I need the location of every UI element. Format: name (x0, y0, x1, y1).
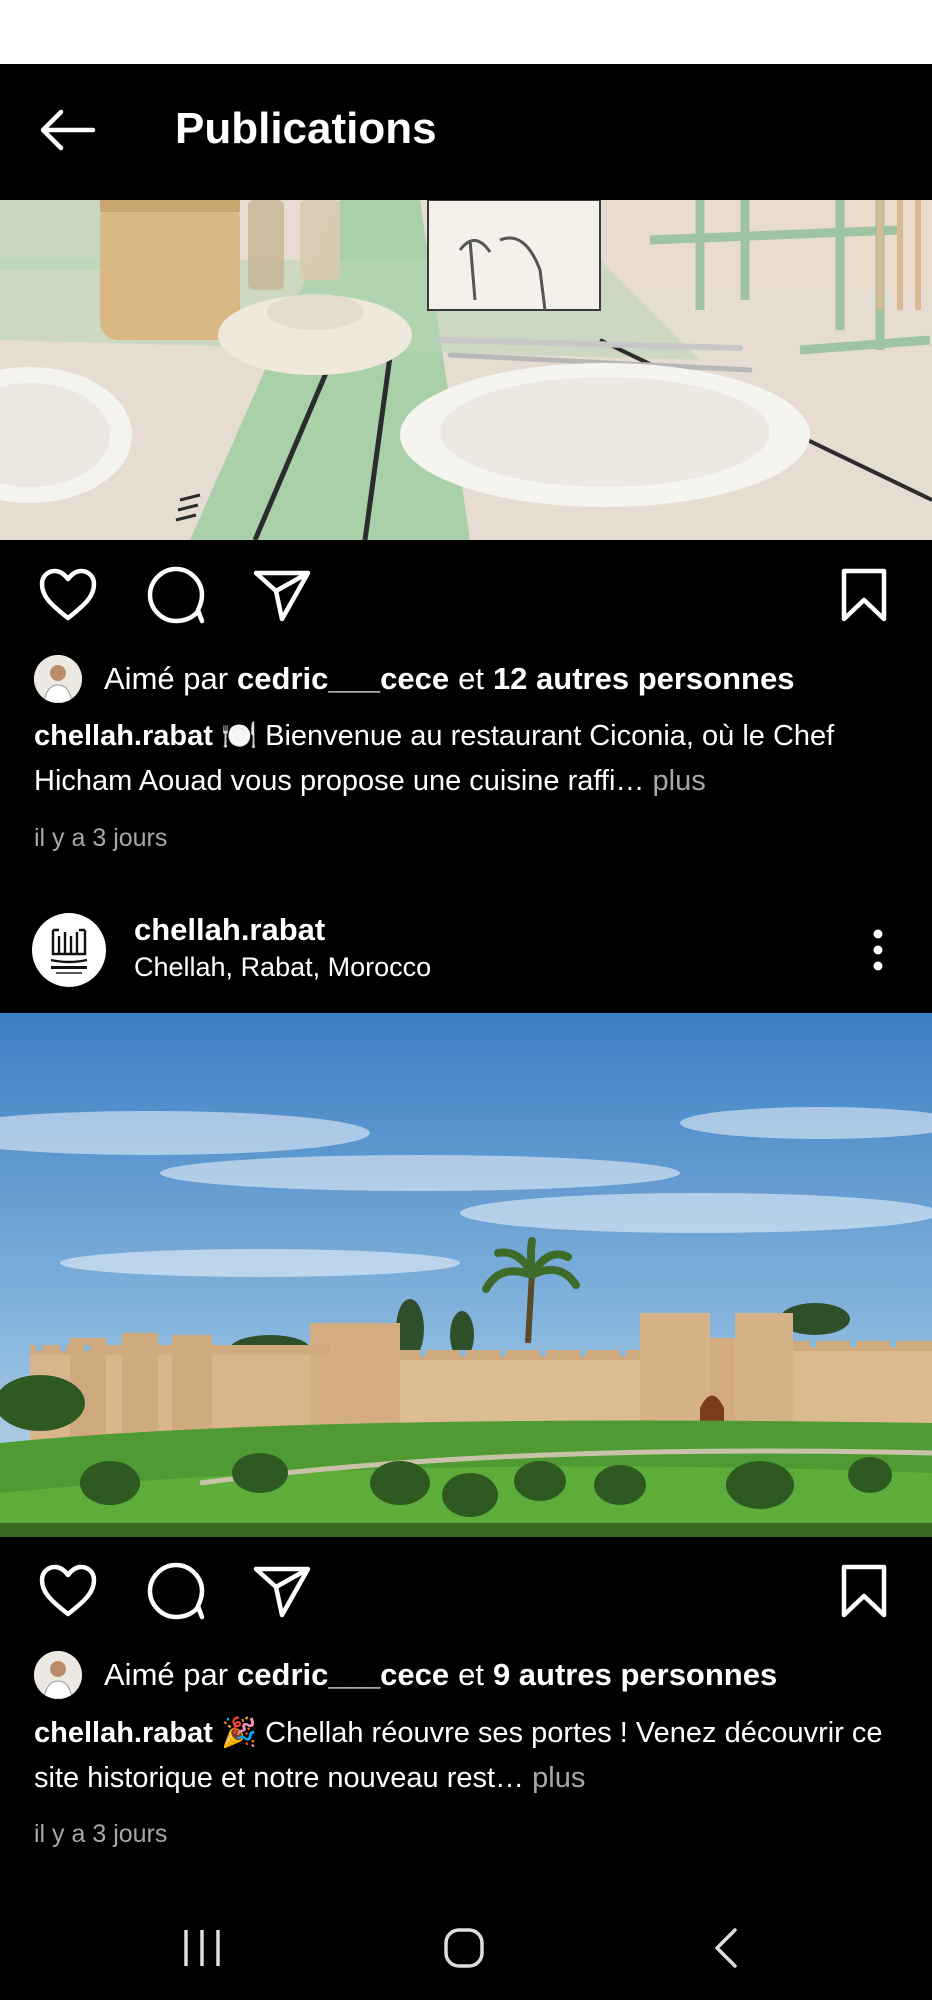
liked-by-others[interactable]: 9 autres personnes (493, 1657, 777, 1693)
send-icon (253, 1566, 311, 1618)
comment-icon (147, 566, 205, 624)
comment-button[interactable] (138, 550, 214, 640)
liked-by-row[interactable]: Aimé par cedric___cece et 12 autres pers… (34, 654, 794, 704)
avatar (34, 1651, 82, 1699)
recents-icon (184, 1930, 220, 1966)
liked-by-joiner: et (458, 661, 484, 696)
share-button[interactable] (244, 550, 320, 640)
save-button[interactable] (826, 550, 902, 640)
page-title: Publications (175, 104, 437, 153)
liked-by-others[interactable]: 12 autres personnes (493, 661, 795, 697)
liked-by-user[interactable]: cedric___cece (237, 661, 449, 697)
like-button[interactable] (30, 550, 106, 640)
top-app-bar: Publications (0, 64, 932, 200)
chellah-logo-avatar[interactable] (32, 913, 106, 987)
caption-emoji: 🍽️ (220, 720, 258, 752)
liked-by-joiner: et (458, 1657, 484, 1692)
send-icon (253, 570, 311, 622)
caption-username[interactable]: chellah.rabat (34, 720, 213, 752)
chellah-walls-illustration (0, 1013, 932, 1537)
bookmark-icon (841, 568, 887, 622)
caption-emoji: 🎉 (220, 1717, 258, 1749)
like-button[interactable] (30, 1546, 106, 1636)
heart-icon (39, 568, 97, 621)
post-header: chellah.rabat Chellah, Rabat, Morocco (0, 900, 932, 1010)
save-button[interactable] (826, 1546, 902, 1636)
more-vertical-icon (873, 929, 883, 971)
bookmark-icon (841, 1564, 887, 1618)
post-location[interactable]: Chellah, Rabat, Morocco (134, 952, 431, 983)
post-options-button[interactable] (856, 922, 900, 978)
caption-more-link[interactable]: plus (653, 765, 706, 797)
chellah-logo-icon (50, 928, 88, 974)
avatar (34, 655, 82, 703)
arrow-left-icon (40, 109, 96, 151)
liked-by-user[interactable]: cedric___cece (237, 1657, 449, 1693)
post-image-restaurant[interactable] (0, 200, 932, 540)
liked-by-row[interactable]: Aimé par cedric___cece et 9 autres perso… (34, 1650, 777, 1700)
share-button[interactable] (244, 1546, 320, 1636)
caption-more-link[interactable]: plus (532, 1762, 585, 1794)
liked-by-prefix: Aimé par (104, 661, 229, 696)
post-actions (0, 1546, 932, 1636)
back-button[interactable] (30, 100, 106, 160)
restaurant-table-illustration (0, 200, 932, 540)
comment-button[interactable] (138, 1546, 214, 1636)
post-timestamp: il y a 3 jours (34, 824, 168, 852)
recents-button[interactable] (162, 1914, 242, 1982)
comment-icon (147, 1562, 205, 1620)
post-caption: chellah.rabat 🎉 Chellah réouvre ses port… (34, 1711, 904, 1801)
post-timestamp: il y a 3 jours (34, 1820, 168, 1848)
post-image-chellah[interactable] (0, 1013, 932, 1537)
heart-icon (39, 1564, 97, 1617)
post-caption: chellah.rabat 🍽️ Bienvenue au restaurant… (34, 714, 904, 804)
post-actions (0, 550, 932, 640)
home-icon (444, 1928, 484, 1968)
nav-back-button[interactable] (686, 1914, 766, 1982)
system-nav-bar (0, 1896, 932, 2000)
status-bar (0, 0, 932, 64)
post-username[interactable]: chellah.rabat (134, 912, 325, 948)
home-button[interactable] (424, 1914, 504, 1982)
liked-by-prefix: Aimé par (104, 1657, 229, 1692)
nav-back-icon (715, 1928, 737, 1968)
caption-username[interactable]: chellah.rabat (34, 1717, 213, 1749)
